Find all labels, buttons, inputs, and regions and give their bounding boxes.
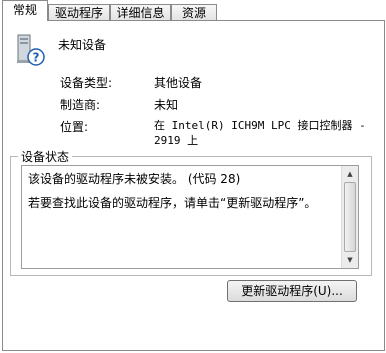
manufacturer-label: 制造商: [60,98,101,112]
status-line-1: 该设备的驱动程序未被安装。 (代码 28) [28,172,241,186]
device-status-title: 设备状态 [18,148,73,165]
device-type-label: 设备类型: [60,76,113,90]
scroll-thumb[interactable] [344,182,356,252]
scroll-down-arrow-icon[interactable]: ▼ [344,254,356,266]
device-type-value: 其他设备 [154,76,203,90]
device-name: 未知设备 [58,38,107,52]
location-label: 位置: [60,120,89,134]
device-status-textbox[interactable]: 该设备的驱动程序未被安装。 (代码 28) 若要查找此设备的驱动程序，请单击“更… [21,165,359,269]
location-value: 在 Intel(R) ICH9M LPC 接口控制器 - 2919 上 [154,119,366,147]
tab-strip: 常规 驱动程序 详细信息 资源 [0,0,386,21]
tab-driver[interactable]: 驱动程序 [48,4,110,20]
scroll-up-arrow-icon[interactable]: ▲ [344,168,356,180]
update-driver-button[interactable]: 更新驱动程序(U)... [227,280,357,302]
svg-text:?: ? [33,51,40,65]
tab-resources[interactable]: 资源 [171,4,217,20]
status-line-2: 若要查找此设备的驱动程序，请单击“更新驱动程序”。 [28,196,317,210]
unknown-device-icon: ? [14,33,46,67]
tab-details[interactable]: 详细信息 [110,4,171,20]
manufacturer-value: 未知 [154,98,179,112]
tab-general[interactable]: 常规 [2,0,48,21]
status-scrollbar[interactable]: ▲ ▼ [341,166,358,268]
